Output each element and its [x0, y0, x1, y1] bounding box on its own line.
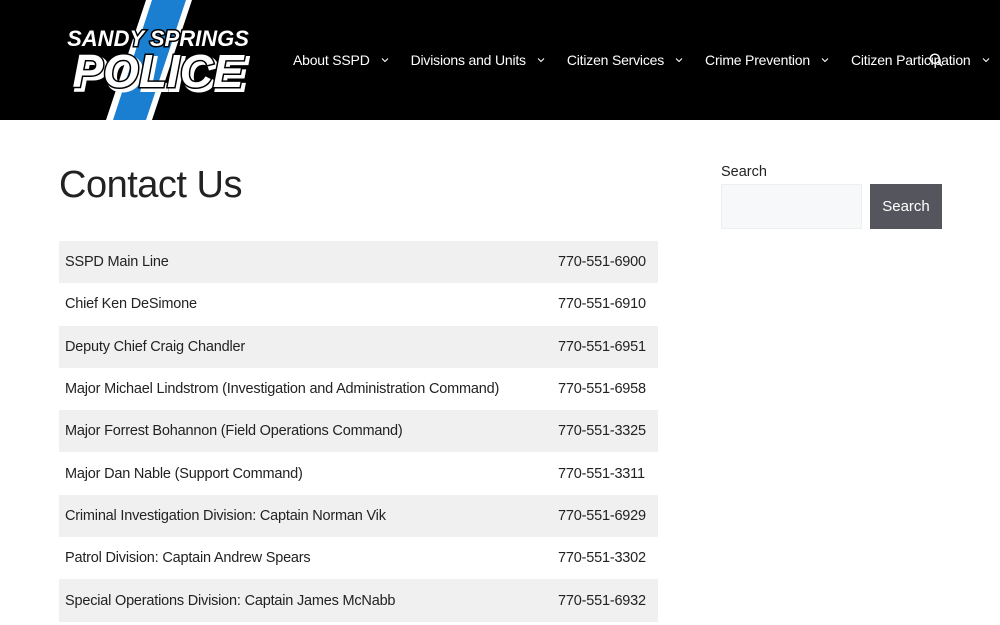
chevron-down-icon: [381, 58, 388, 63]
contact-name: Chief Ken DeSimone: [65, 296, 197, 313]
contact-name: Major Michael Lindstrom (Investigation a…: [65, 381, 500, 398]
contact-phone: 770-551-6929: [558, 507, 646, 524]
main-navigation: About SSPD Divisions and Units Citizen S…: [293, 0, 1000, 120]
search-button[interactable]: Search: [870, 184, 942, 229]
contact-row: Deputy Chief Craig Chandler 770-551-6951: [59, 325, 658, 368]
nav-item-citizen-services[interactable]: Citizen Services: [567, 52, 683, 68]
search-label: Search: [721, 164, 767, 180]
contact-row: Chief Ken DeSimone 770-551-6910: [59, 283, 658, 325]
nav-item-label: About SSPD: [293, 52, 370, 68]
contact-name: Patrol Division: Captain Andrew Spears: [65, 550, 311, 567]
contact-row: SSPD Main Line 770-551-6900: [59, 241, 658, 284]
police-logo-graphic: SANDY SPRINGS POLICE POLICE: [66, 0, 251, 120]
chevron-down-icon: [821, 58, 829, 63]
contact-name: Deputy Chief Craig Chandler: [65, 338, 245, 355]
contact-row: Major Forrest Bohannon (Field Operations…: [59, 410, 658, 453]
nav-item-divisions-and-units[interactable]: Divisions and Units: [411, 52, 545, 68]
contact-row: Special Operations Division: Captain Jam…: [59, 579, 658, 622]
chevron-down-icon: [537, 58, 545, 63]
nav-item-label: Citizen Participation: [850, 52, 971, 68]
contact-row: Criminal Investigation Division: Captain…: [59, 494, 658, 538]
contact-row: Major Dan Nable (Support Command) 770-551…: [59, 452, 658, 494]
nav-item-label: Citizen Services: [566, 52, 665, 68]
contact-phone: 770-551-6910: [558, 296, 646, 313]
contact-phone: 770-551-6958: [558, 381, 646, 398]
nav-item-about-sspd[interactable]: About SSPD: [293, 52, 389, 68]
contact-name: SSPD Main Line: [65, 254, 169, 271]
contact-row: Patrol Division: Captain Andrew Spears 77…: [59, 537, 658, 579]
contact-name: Criminal Investigation Division: Captain…: [65, 507, 386, 524]
site-header: SANDY SPRINGS POLICE POLICE About SSPD D…: [0, 0, 1000, 120]
contact-table: SSPD Main Line 770-551-6900 Chief Ken DeSi…: [59, 241, 658, 622]
contact-phone: 770-551-3311: [558, 465, 645, 482]
contact-row: Major Michael Lindstrom (Investigation a…: [59, 368, 658, 410]
contact-name: Major Dan Nable (Support Command): [65, 465, 303, 482]
site-logo[interactable]: SANDY SPRINGS POLICE POLICE: [58, 0, 258, 120]
contact-phone: 770-551-6951: [558, 338, 646, 355]
contact-name: Major Forrest Bohannon (Field Operations…: [65, 423, 403, 440]
logo-line2: POLICE: [72, 45, 245, 97]
nav-item-crime-prevention[interactable]: Crime Prevention: [705, 52, 829, 68]
contact-phone: 770-551-3325: [558, 423, 646, 440]
page-title: Contact Us: [59, 164, 242, 206]
contact-name: Special Operations Division: Captain Jam…: [65, 592, 396, 609]
contact-phone: 770-551-3302: [558, 550, 646, 567]
nav-item-label: Crime Prevention: [705, 52, 810, 68]
search-icon[interactable]: [929, 53, 943, 67]
nav-item-citizen-participation[interactable]: Citizen Participation: [851, 52, 990, 68]
contact-phone: 770-551-6900: [558, 254, 646, 271]
chevron-down-icon: [982, 58, 989, 63]
contact-phone: 770-551-6932: [558, 592, 646, 609]
search-input[interactable]: [721, 184, 862, 229]
chevron-down-icon: [675, 58, 683, 63]
nav-item-label: Divisions and Units: [410, 52, 526, 68]
